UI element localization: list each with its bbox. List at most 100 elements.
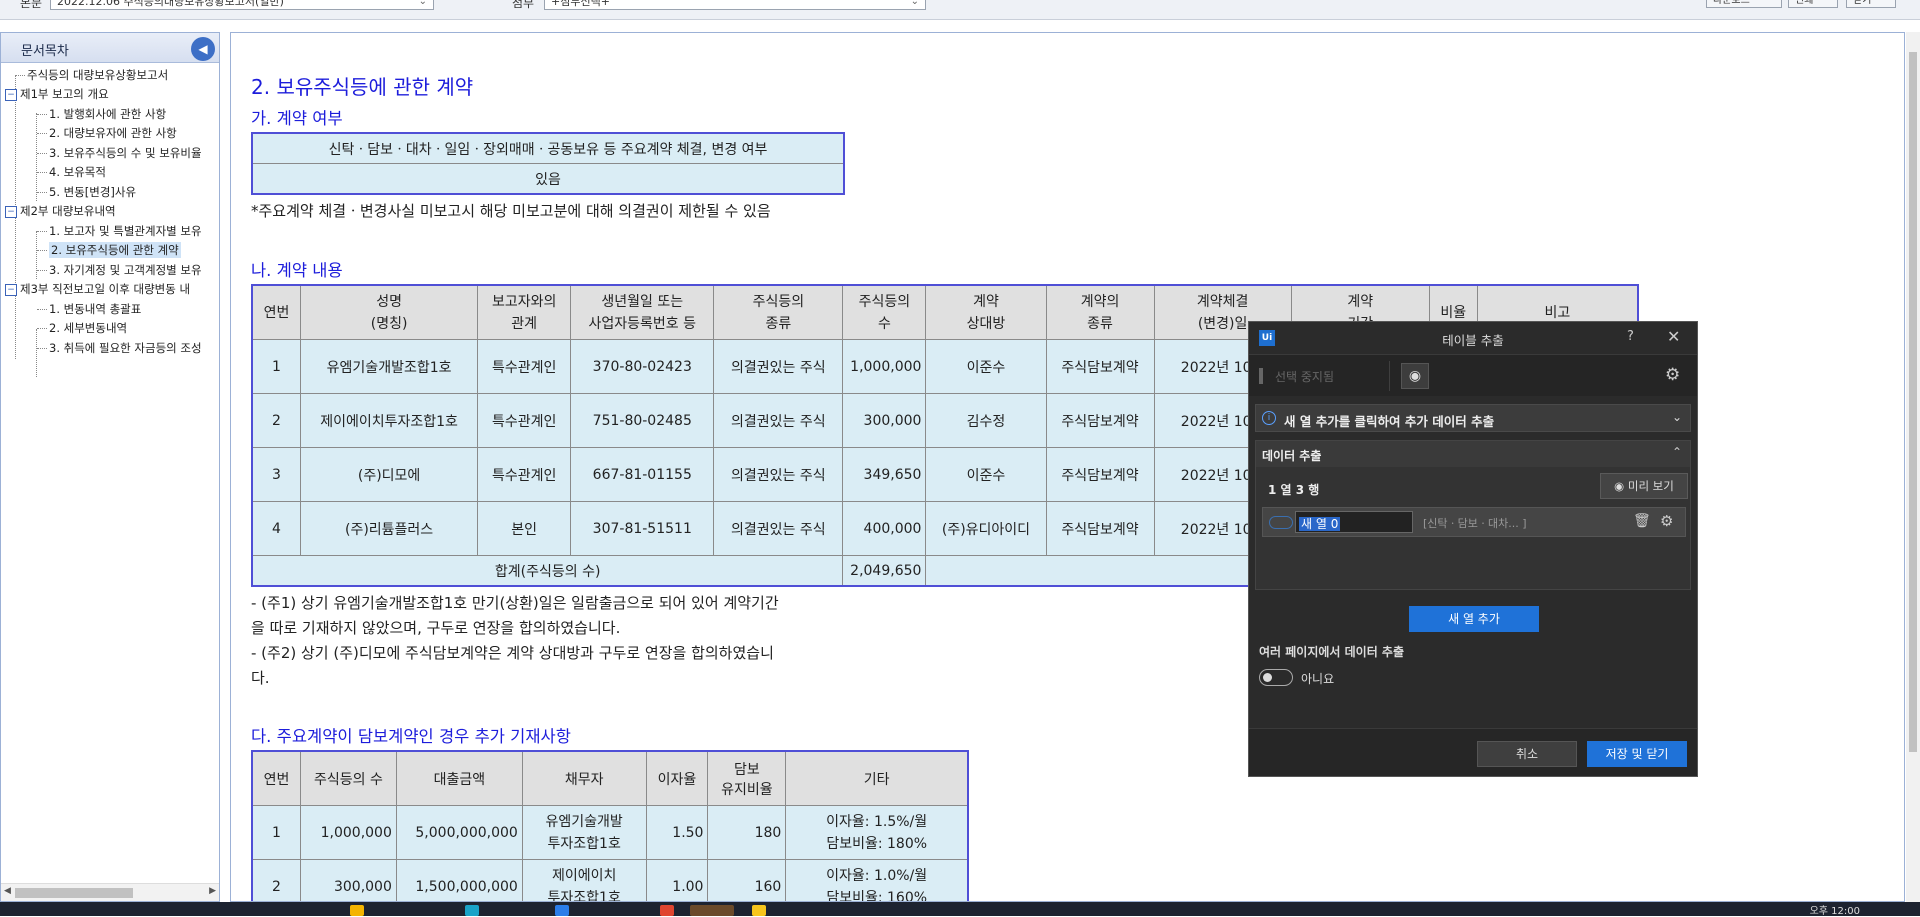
contract-existence-value: 있음 (252, 163, 844, 194)
scrollbar-thumb[interactable] (15, 888, 133, 898)
cell: 160 (707, 859, 787, 901)
toc-item-3-3[interactable]: 3. 취득에 필요한 자금등의 조성 (37, 338, 202, 358)
taskbar: 오후 12:00 (0, 902, 1920, 917)
scroll-left-icon[interactable]: ◀ (4, 886, 11, 896)
add-column-button[interactable]: 새 열 추가 (1409, 606, 1539, 632)
cell: 이자율: 1.0%/월 담보비율: 160% (785, 859, 968, 901)
cell: 300,000 (842, 393, 927, 448)
toc-item-2-3[interactable]: 3. 자기계정 및 고객계정별 보유 (37, 260, 202, 280)
scroll-right-icon[interactable]: ▶ (209, 886, 216, 896)
attachment-label: 첨부 (512, 0, 535, 10)
download-button[interactable]: 다운로드 (1706, 0, 1782, 8)
cell: 349,650 (842, 447, 927, 502)
divider (1389, 361, 1390, 391)
gear-icon[interactable]: ⚙ (1665, 365, 1680, 385)
trash-icon[interactable]: 🗑 (1633, 513, 1651, 529)
cell: 1.00 (645, 859, 709, 901)
cell: 1,000,000 (842, 339, 927, 394)
save-and-close-button[interactable]: 저장 및 닫기 (1587, 741, 1687, 767)
cell: 1 (251, 339, 302, 394)
chevron-down-icon: ⌄ (910, 0, 919, 7)
close-button[interactable]: 닫기 (1846, 0, 1896, 8)
collapse-icon: − (5, 205, 17, 218)
toc-horizontal-scrollbar[interactable]: ◀ ▶ (1, 883, 219, 901)
table-header-cell: 대출금액 (395, 751, 523, 806)
cancel-button[interactable]: 취소 (1477, 741, 1577, 767)
toc-item-1-3[interactable]: 3. 보유주식등의 수 및 보유비율 (37, 143, 202, 163)
table-header-cell: 생년월일 또는 사업자등록번호 등 (570, 285, 715, 340)
table-header-cell: 성명 (명칭) (300, 285, 479, 340)
dialog-titlebar: Ui 테이블 추출 ? ✕ (1249, 322, 1697, 354)
attachment-select[interactable]: +첨부선택+ ⌄ (544, 0, 926, 10)
toc-item-3-2[interactable]: 2. 세부변동내역 (37, 318, 127, 338)
footnote-line: - (주2) 상기 (주)디모에 주식담보계약은 계약 상대방과 구두로 연장을… (251, 644, 774, 662)
total-value-cell: 2,049,650 (842, 555, 927, 586)
toc-item-report[interactable]: 주식등의 대량보유상황보고서 (15, 65, 168, 85)
toc-item-1-4[interactable]: 4. 보유목적 (37, 162, 106, 182)
cell: (주)유디아이디 (925, 501, 1047, 556)
cell: 의결권있는 주식 (713, 447, 844, 502)
section-header[interactable]: 데이터 추출 ⌃ (1256, 441, 1690, 467)
column-row: 새 열 0 [신탁ㆍ담보ㆍ대차... ] 🗑 ⚙ (1262, 507, 1686, 537)
chevron-down-icon: ⌄ (418, 0, 427, 7)
taskbar-app-icon[interactable] (350, 905, 364, 916)
cell: 제이에이치투자조합1호 (300, 393, 479, 448)
chevron-up-icon[interactable]: ⌃ (1672, 445, 1682, 459)
scrollbar-thumb[interactable] (1909, 52, 1917, 752)
cell: 1 (252, 805, 301, 860)
close-icon[interactable]: ✕ (1667, 327, 1680, 346)
toc-item-1-2[interactable]: 2. 대량보유자에 관한 사항 (37, 123, 177, 143)
table-header-cell: 담보 유지비율 (707, 751, 787, 806)
preview-button[interactable]: ◉ 미리 보기 (1600, 473, 1688, 499)
contract-existence-header: 신탁ㆍ담보ㆍ대차ㆍ일임ㆍ장외매매ㆍ공동보유 등 주요계약 체결, 변경 여부 (252, 133, 844, 164)
toc-header: 문서목차 ◀ (1, 33, 219, 63)
collapse-panel-icon[interactable]: ◀ (191, 37, 215, 61)
print-button[interactable]: 인쇄 (1788, 0, 1838, 8)
help-icon[interactable]: ? (1627, 329, 1634, 344)
toc-item-part1[interactable]: − 제1부 보고의 개요 (5, 84, 109, 104)
chevron-down-icon[interactable]: ⌄ (1672, 410, 1682, 424)
toc-item-2-2-selected[interactable]: 2. 보유주식등에 관한 계약 (37, 240, 181, 260)
toc-item-part3[interactable]: − 제3부 직전보고일 이후 대량변동 내 (5, 279, 190, 299)
toc-item-2-1[interactable]: 1. 보고자 및 특별관계자별 보유 (37, 221, 202, 241)
toc-item-part2[interactable]: − 제2부 대량보유내역 (5, 201, 116, 221)
body-document-select[interactable]: 2022.12.06 주식등의대량보유상황보고서(일반) ⌄ (50, 0, 434, 10)
cell: 370-80-02423 (570, 339, 715, 394)
stop-selection-button[interactable]: 선택 중지됨 (1275, 368, 1334, 385)
gear-icon[interactable]: ⚙ (1660, 512, 1673, 530)
cell: 180 (707, 805, 787, 860)
taskbar-app-icon[interactable] (752, 905, 766, 916)
table-header-cell: 연번 (251, 285, 302, 340)
cell: 1,000,000 (299, 805, 397, 860)
column-name-input[interactable]: 새 열 0 (1295, 511, 1413, 533)
table-header-cell: 주식등의 종류 (713, 285, 844, 340)
column-name-value: 새 열 0 (1299, 517, 1341, 531)
cell: 300,000 (299, 859, 397, 901)
table-header-cell: 주식등의 수 (842, 285, 927, 340)
multi-page-toggle[interactable] (1259, 669, 1293, 686)
info-banner[interactable]: i 새 열 추가를 클릭하여 추가 데이터 추출 ⌄ (1255, 404, 1691, 432)
multi-page-label: 여러 페이지에서 데이터 추출 (1259, 645, 1405, 659)
eye-icon[interactable]: ◉ (1401, 363, 1429, 389)
taskbar-app-icon[interactable] (660, 905, 674, 916)
cell: 751-80-02485 (570, 393, 715, 448)
toc-tree: 주식등의 대량보유상황보고서 − 제1부 보고의 개요 1. 발행회사에 관한 사… (1, 65, 219, 877)
taskbar-app-icon[interactable] (555, 905, 569, 916)
contract-existence-table: 신탁ㆍ담보ㆍ대차ㆍ일임ㆍ장외매매ㆍ공동보유 등 주요계약 체결, 변경 여부 있… (251, 132, 845, 195)
cell: 5,000,000,000 (395, 805, 523, 860)
taskbar-app-icon[interactable] (690, 905, 734, 916)
cell: 의결권있는 주식 (713, 339, 844, 394)
subsection-c-title: 다. 주요계약이 담보계약인 경우 추가 기재사항 (251, 727, 571, 746)
section-title: 2. 보유주식등에 관한 계약 (251, 75, 474, 99)
grip-icon (1259, 368, 1263, 384)
document-vertical-scrollbar[interactable] (1906, 32, 1920, 902)
toc-item-3-1[interactable]: 1. 변동내역 총괄표 (37, 299, 141, 319)
cell: 의결권있는 주식 (713, 501, 844, 556)
toc-item-1-1[interactable]: 1. 발행회사에 관한 사항 (37, 104, 166, 124)
subsection-b-title: 나. 계약 내용 (251, 261, 343, 280)
toc-item-1-5[interactable]: 5. 변동[변경]사유 (37, 182, 136, 202)
column-toggle[interactable] (1269, 516, 1293, 529)
taskbar-app-icon[interactable] (465, 905, 479, 916)
subsection-a-title: 가. 계약 여부 (251, 109, 343, 128)
cell: 1.50 (645, 805, 709, 860)
